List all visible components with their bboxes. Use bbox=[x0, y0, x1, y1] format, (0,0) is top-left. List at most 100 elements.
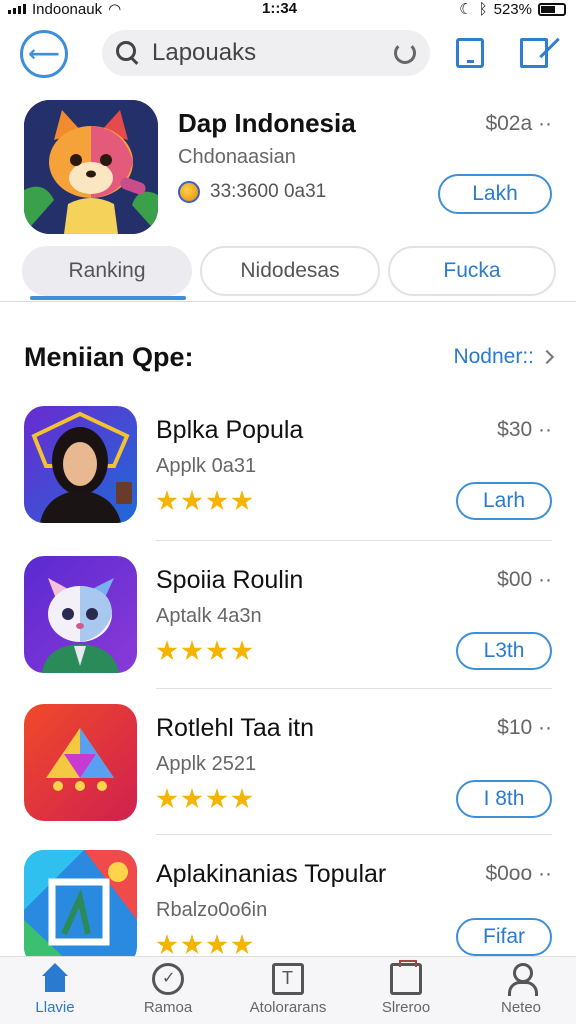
featured-get-button[interactable]: Lakh bbox=[438, 174, 552, 214]
see-more-label: Nodner:: bbox=[453, 345, 534, 368]
edit-icon[interactable] bbox=[520, 38, 548, 68]
app-icon bbox=[24, 556, 137, 673]
app-name: Aplakinanias Topular bbox=[156, 860, 387, 888]
star-icon bbox=[206, 788, 228, 809]
list-item[interactable]: Bplka Popula Applk 0a31 $30 ·· Larh bbox=[0, 406, 576, 546]
star-icon bbox=[156, 640, 178, 661]
app-icon bbox=[24, 406, 137, 523]
search-icon bbox=[116, 41, 140, 65]
list-item[interactable]: Rotlehl Taa itn Applk 2521 $10 ·· I 8th bbox=[0, 704, 576, 844]
wifi-icon: ◠ bbox=[108, 1, 122, 18]
nav-label: Ramoa bbox=[143, 999, 193, 1016]
star-rating bbox=[156, 490, 253, 512]
moon-icon: ☾ bbox=[459, 1, 473, 18]
star-icon bbox=[181, 934, 203, 955]
app-price: $0oo ·· bbox=[485, 862, 552, 885]
featured-app[interactable]: Dap Indonesia Chdonaasian 33:3600 0a31 $… bbox=[0, 98, 576, 238]
chevron-right-icon bbox=[539, 349, 555, 365]
featured-app-icon bbox=[24, 100, 158, 234]
star-rating bbox=[156, 640, 253, 662]
games-icon bbox=[152, 963, 184, 995]
carrier-label: Indoonauk bbox=[32, 0, 103, 18]
nav-label: Atolorarans bbox=[249, 999, 327, 1016]
app-price: $30 ·· bbox=[497, 418, 552, 441]
section-title: Meniian Qpe: bbox=[24, 342, 194, 372]
store-icon bbox=[390, 960, 422, 995]
back-arrow-icon: ⟵ bbox=[28, 41, 60, 66]
featured-app-subtitle: Chdonaasian bbox=[178, 146, 296, 168]
clock: 1::34 bbox=[262, 0, 298, 17]
star-icon bbox=[231, 934, 253, 955]
star-icon bbox=[156, 934, 178, 955]
active-tab-indicator bbox=[30, 296, 186, 300]
app-price: $10 ·· bbox=[497, 716, 552, 739]
star-icon bbox=[206, 640, 228, 661]
fox-mascot-icon bbox=[24, 100, 158, 234]
divider bbox=[156, 540, 552, 541]
star-icon bbox=[231, 788, 253, 809]
divider bbox=[156, 834, 552, 835]
frame-logo-icon bbox=[24, 850, 137, 967]
app-name: Spoiia Roulin bbox=[156, 566, 304, 594]
featured-app-meta: 33:3600 0a31 bbox=[210, 181, 327, 202]
home-icon bbox=[39, 963, 71, 995]
cat-mascot-icon bbox=[24, 556, 137, 673]
nav-item-home[interactable]: Llavie bbox=[0, 963, 110, 1016]
top-bar: ⟵ Lapouaks bbox=[0, 28, 576, 78]
get-button[interactable]: I 8th bbox=[456, 780, 552, 818]
app-icon bbox=[24, 850, 137, 967]
divider bbox=[156, 688, 552, 689]
signal-icon bbox=[8, 4, 26, 14]
tab-ranking[interactable]: Ranking bbox=[22, 246, 192, 296]
see-more-link[interactable]: Nodner:: bbox=[453, 345, 555, 369]
status-bar: Indoonauk ◠ 1::34 ☾ ᛒ 523% bbox=[0, 0, 576, 22]
star-icon bbox=[206, 934, 228, 955]
back-button[interactable]: ⟵ bbox=[20, 30, 68, 78]
featured-app-price: $02a ·· bbox=[485, 112, 552, 135]
nav-item-apps[interactable]: Atolorarans bbox=[233, 963, 343, 1016]
portrait-icon bbox=[24, 406, 137, 523]
get-button[interactable]: Fifar bbox=[456, 918, 552, 956]
star-icon bbox=[231, 640, 253, 661]
featured-app-title: Dap Indonesia bbox=[178, 108, 356, 138]
star-icon bbox=[156, 490, 178, 511]
list-item[interactable]: Spoiia Roulin Aptalk 4a3n $00 ·· L3th bbox=[0, 556, 576, 696]
nav-label: Neteo bbox=[500, 999, 542, 1016]
person-icon bbox=[505, 963, 538, 996]
app-subtitle: Applk 0a31 bbox=[156, 455, 257, 477]
app-subtitle: Rbalzo0o6in bbox=[156, 899, 268, 921]
search-bar[interactable]: Lapouaks bbox=[102, 30, 430, 76]
nav-item-store[interactable]: Slreroo bbox=[351, 960, 461, 1016]
nav-label: Llavie bbox=[35, 999, 75, 1016]
app-name: Bplka Popula bbox=[156, 416, 304, 444]
get-button[interactable]: L3th bbox=[456, 632, 552, 670]
nav-item-profile[interactable]: Neteo bbox=[466, 963, 576, 1016]
battery-percent: 523% bbox=[493, 0, 532, 18]
app-subtitle: Aptalk 4a3n bbox=[156, 605, 262, 627]
star-icon bbox=[156, 788, 178, 809]
battery-icon bbox=[538, 2, 566, 16]
star-icon bbox=[231, 490, 253, 511]
app-icon bbox=[24, 704, 137, 821]
tab-fucka[interactable]: Fucka bbox=[388, 246, 556, 296]
app-name: Rotlehl Taa itn bbox=[156, 714, 314, 742]
apps-icon bbox=[272, 963, 304, 995]
category-tabs: Ranking Nidodesas Fucka bbox=[22, 246, 556, 298]
nav-label: Slreroo bbox=[381, 999, 431, 1016]
search-input[interactable]: Lapouaks bbox=[152, 39, 394, 67]
star-icon bbox=[181, 788, 203, 809]
bottom-nav: Llavie Ramoa Atolorarans Slreroo Neteo bbox=[0, 956, 576, 1024]
star-rating bbox=[156, 788, 253, 810]
triangle-logo-icon bbox=[24, 704, 137, 821]
nav-item-games[interactable]: Ramoa bbox=[113, 963, 223, 1016]
star-icon bbox=[181, 640, 203, 661]
star-rating bbox=[156, 934, 253, 956]
star-icon bbox=[181, 490, 203, 511]
tab-nidodesas[interactable]: Nidodesas bbox=[200, 246, 380, 296]
coin-icon bbox=[178, 181, 200, 203]
refresh-icon[interactable] bbox=[394, 42, 416, 64]
get-button[interactable]: Larh bbox=[456, 482, 552, 520]
app-price: $00 ·· bbox=[497, 568, 552, 591]
tablet-icon[interactable] bbox=[456, 38, 484, 68]
bluetooth-icon: ᛒ bbox=[478, 0, 488, 18]
